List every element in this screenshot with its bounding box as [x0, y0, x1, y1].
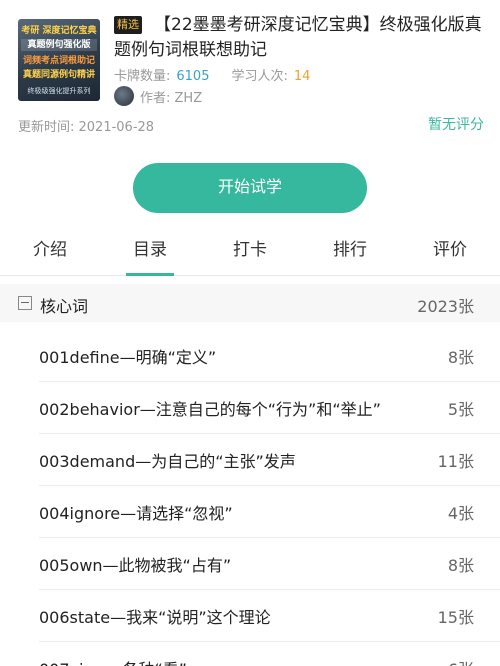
list-item-count: 6张	[448, 656, 474, 666]
section-header-core-words[interactable]: 核心词 2023张	[0, 284, 500, 322]
cover-text: 终极级强化提升系列	[27, 87, 91, 95]
list-item-label: 001define—明确“定义”	[39, 348, 217, 367]
list-item[interactable]: 006state—我来“说明”这个理论 15张	[0, 590, 500, 642]
collapse-icon[interactable]	[18, 296, 32, 310]
list-item-label: 006state—我来“说明”这个理论	[39, 608, 271, 627]
list-item[interactable]: 003demand—为自己的“主张”发声 11张	[0, 434, 500, 486]
tab-intro[interactable]: 介绍	[0, 228, 100, 275]
list-item[interactable]: 005own—此物被我“占有” 8张	[0, 538, 500, 590]
tab-bar: 介绍 目录 打卡 排行 评价	[0, 228, 500, 276]
cover-text: 词频考点词根助记	[22, 56, 95, 66]
cover-text: 真题同源例句精讲	[22, 70, 95, 80]
updated-date: 更新时间: 2021-06-28	[18, 120, 155, 135]
list-item-label: 007view—各种“看”	[39, 656, 187, 666]
list-item-count: 11张	[437, 452, 474, 471]
tab-reviews[interactable]: 评价	[400, 228, 500, 275]
chapter-list: 001define—明确“定义” 8张 002behavior—注意自己的每个“…	[0, 330, 500, 666]
book-stats: 卡牌数量: 6105 学习人次: 14	[114, 65, 310, 84]
tab-checkin[interactable]: 打卡	[200, 228, 300, 275]
list-item-label: 005own—此物被我“占有”	[39, 556, 232, 575]
cover-text: 真题例句强化版	[21, 39, 97, 51]
list-item-label: 004ignore—请选择“忽视”	[39, 504, 233, 523]
start-trial-button[interactable]: 开始试学	[133, 163, 367, 213]
author-name: 作者: ZHZ	[140, 90, 203, 106]
rating-status[interactable]: 暂无评分	[428, 114, 484, 134]
tab-contents[interactable]: 目录	[100, 228, 200, 276]
author-row[interactable]: 作者: ZHZ	[114, 85, 202, 107]
learners-label: 学习人次:	[231, 69, 288, 84]
book-title-text: 【22墨墨考研深度记忆宝典】终极强化版真题例句词根联想助记	[114, 15, 482, 60]
list-item[interactable]: 007view—各种“看” 6张	[0, 642, 500, 666]
card-count-value: 6105	[176, 69, 210, 84]
list-item-count: 5张	[447, 400, 474, 419]
section-count: 2023张	[417, 297, 474, 316]
list-item-count: 4张	[447, 504, 474, 523]
learners-value: 14	[293, 69, 311, 84]
author-avatar[interactable]	[114, 86, 134, 106]
list-item-count: 8张	[447, 348, 474, 367]
list-item-label: 003demand—为自己的“主张”发声	[39, 452, 296, 471]
list-item[interactable]: 001define—明确“定义” 8张	[0, 330, 500, 382]
book-cover-image[interactable]: 考研 深度记忆宝典 真题例句强化版 词频考点词根助记 真题同源例句精讲 终极级强…	[18, 19, 100, 101]
section-title: 核心词	[40, 297, 89, 316]
list-item[interactable]: 002behavior—注意自己的每个“行为”和“举止” 5张	[0, 382, 500, 434]
list-item-count: 15张	[437, 608, 474, 627]
list-item[interactable]: 004ignore—请选择“忽视” 4张	[0, 486, 500, 538]
tab-ranking[interactable]: 排行	[300, 228, 400, 275]
list-item-count: 8张	[447, 556, 474, 575]
book-title: 【22墨墨考研深度记忆宝典】终极强化版真题例句词根联想助记	[114, 13, 486, 63]
book-header: 考研 深度记忆宝典 真题例句强化版 词频考点词根助记 真题同源例句精讲 终极级强…	[0, 0, 500, 145]
card-count-label: 卡牌数量:	[114, 69, 171, 84]
cover-text: 考研 深度记忆宝典	[21, 26, 97, 36]
list-item-label: 002behavior—注意自己的每个“行为”和“举止”	[39, 400, 381, 419]
